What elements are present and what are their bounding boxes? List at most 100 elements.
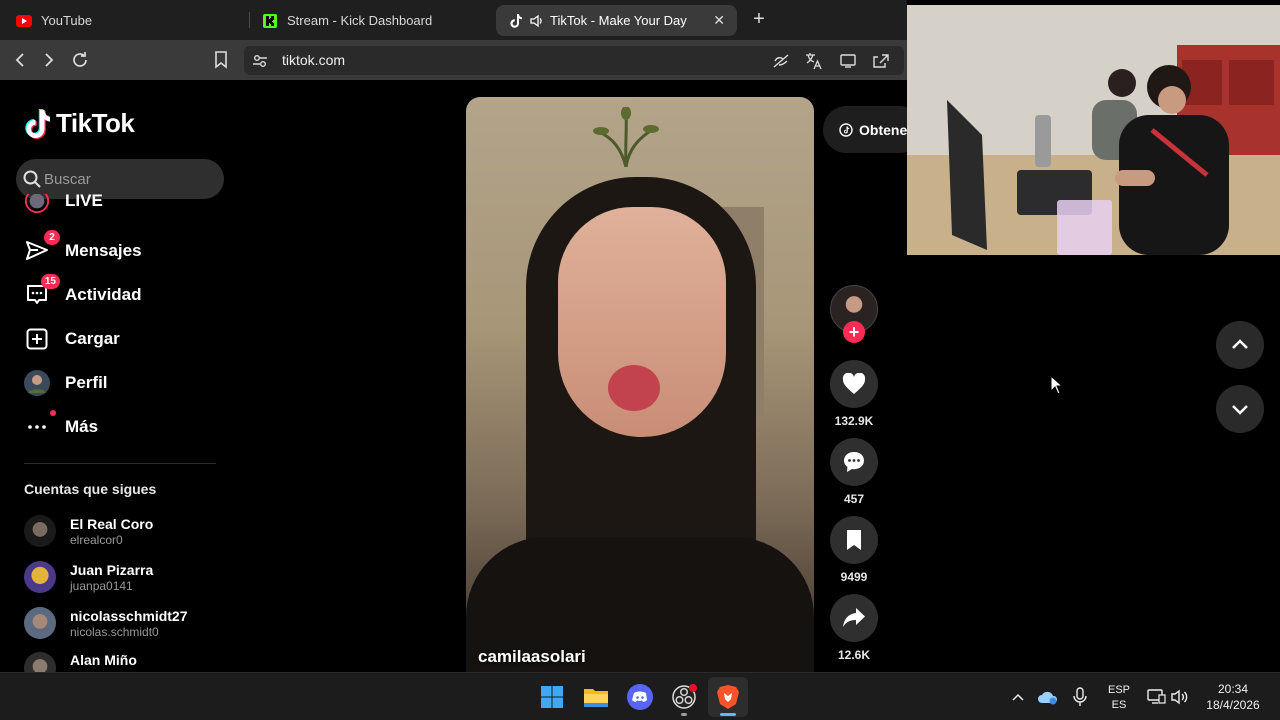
nav-more[interactable]: Más	[24, 410, 98, 441]
file-explorer-button[interactable]	[582, 683, 610, 711]
share-arrow-icon	[843, 608, 865, 627]
follow-button[interactable]: +	[843, 321, 865, 343]
clock-time: 20:34	[1217, 682, 1249, 696]
following-username: elrealcor0	[70, 532, 123, 547]
following-username: juanpa0141	[70, 578, 133, 593]
onedrive-button[interactable]	[1034, 683, 1062, 711]
share-count: 12.6K	[837, 648, 871, 662]
microphone-icon	[1073, 687, 1087, 706]
close-icon[interactable]: ✕	[713, 12, 725, 29]
cast-icon[interactable]	[839, 52, 857, 70]
messages-badge: 2	[44, 230, 60, 245]
following-name: nicolasschmidt27	[70, 607, 188, 624]
microphone-button[interactable]	[1066, 683, 1094, 711]
tab-kick[interactable]: Stream - Kick Dashboard	[250, 5, 492, 36]
following-name: Alan Miño	[70, 652, 137, 668]
network-icon	[1147, 689, 1166, 704]
nav-activity[interactable]: 15 Actividad	[24, 274, 142, 309]
get-app-label: Obtene	[859, 121, 908, 138]
screen: YouTube Stream - Kick Dashboard TikTok -…	[0, 0, 1280, 720]
nav-profile[interactable]: Perfil	[24, 369, 108, 397]
following-username: nicolas.schmidt0	[70, 624, 159, 639]
video-author[interactable]: camilaasolari	[478, 647, 586, 667]
volume-button[interactable]	[1166, 683, 1194, 711]
translate-icon[interactable]	[805, 52, 823, 70]
active-indicator	[720, 713, 736, 716]
tab-tiktok[interactable]: TikTok - Make Your Day ✕	[496, 5, 737, 36]
start-button[interactable]	[538, 683, 566, 711]
following-item[interactable]: El Real Coro elrealcor0	[24, 515, 153, 547]
nav-label: Mensajes	[65, 241, 142, 260]
nav-label: LIVE	[65, 194, 103, 210]
address-text: tiktok.com	[282, 52, 346, 68]
tiktok-circle-icon	[839, 122, 853, 137]
brave-lion-icon	[717, 685, 739, 709]
live-icon	[24, 194, 50, 214]
save-button[interactable]	[830, 516, 878, 564]
bookmark-button[interactable]	[210, 49, 232, 71]
taskbar: ESP ES 20:34 18/4/2026	[0, 672, 1280, 720]
windows-icon	[541, 686, 563, 708]
no-tracking-icon[interactable]	[772, 52, 790, 70]
language-indicator[interactable]: ESP ES	[1104, 683, 1134, 713]
tiktok-logo[interactable]: TikTok	[24, 108, 135, 139]
speaker-icon	[1171, 689, 1188, 705]
kick-icon	[262, 13, 278, 29]
new-tab-button[interactable]: +	[748, 8, 770, 30]
site-settings-icon[interactable]	[251, 52, 269, 70]
obs-button[interactable]	[670, 683, 698, 711]
youtube-icon	[16, 13, 32, 29]
search-input[interactable]: Buscar	[44, 171, 91, 188]
mouse-cursor-icon	[1050, 375, 1064, 395]
activity-icon: 15	[24, 274, 60, 308]
nav-label: Perfil	[65, 373, 108, 392]
show-hidden-icons-button[interactable]	[1004, 683, 1032, 711]
obs-icon	[672, 684, 697, 709]
nav-upload[interactable]: Cargar	[24, 325, 120, 353]
chevron-right-icon	[45, 53, 54, 67]
chevron-up-icon	[1012, 693, 1024, 701]
share-icon[interactable]	[872, 52, 890, 70]
comment-count: 457	[843, 492, 865, 506]
like-button[interactable]	[830, 360, 878, 408]
folder-icon	[584, 689, 608, 707]
following-name: Juan Pizarra	[70, 561, 154, 578]
following-item[interactable]: Alan Miño	[24, 652, 137, 672]
address-bar[interactable]: tiktok.com	[244, 46, 904, 75]
next-video-button[interactable]	[1216, 385, 1264, 433]
avatar	[24, 607, 56, 639]
share-button[interactable]	[830, 594, 878, 642]
avatar	[24, 652, 56, 672]
chevron-left-icon	[15, 53, 24, 67]
nav-messages[interactable]: 2 Mensajes	[24, 230, 142, 265]
avatar	[24, 515, 56, 547]
forward-button[interactable]	[38, 49, 60, 71]
tab-youtube[interactable]: YouTube	[4, 5, 244, 36]
following-item[interactable]: nicolasschmidt27 nicolas.schmidt0	[24, 607, 188, 639]
following-title: Cuentas que sigues	[24, 481, 157, 497]
back-button[interactable]	[9, 49, 31, 71]
video-person-lips	[608, 365, 660, 411]
upload-icon	[24, 326, 50, 352]
video-background-plant	[593, 107, 659, 167]
previous-video-button[interactable]	[1216, 321, 1264, 369]
language-code: ESP	[1107, 684, 1130, 696]
comment-button[interactable]	[830, 438, 878, 486]
search-bar[interactable]: Buscar	[16, 159, 224, 199]
browser-tabstrip: YouTube Stream - Kick Dashboard TikTok -…	[0, 0, 907, 40]
video-player[interactable]: camilaasolari	[466, 97, 814, 672]
clock[interactable]: 20:34 18/4/2026	[1196, 681, 1270, 713]
following-item[interactable]: Juan Pizarra juanpa0141	[24, 561, 153, 593]
nav-live[interactable]: LIVE	[24, 194, 103, 222]
reload-button[interactable]	[69, 49, 91, 71]
sidebar-divider	[24, 463, 216, 464]
speaker-icon[interactable]	[529, 13, 545, 29]
chevron-up-icon	[1232, 339, 1248, 349]
tab-label: TikTok - Make Your Day	[550, 13, 687, 28]
webcam-scene	[907, 5, 1280, 255]
following-name: El Real Coro	[70, 515, 154, 532]
reload-icon	[73, 52, 87, 67]
brave-button[interactable]	[714, 683, 742, 711]
discord-button[interactable]	[626, 683, 654, 711]
logo-text: TikTok	[56, 108, 135, 138]
